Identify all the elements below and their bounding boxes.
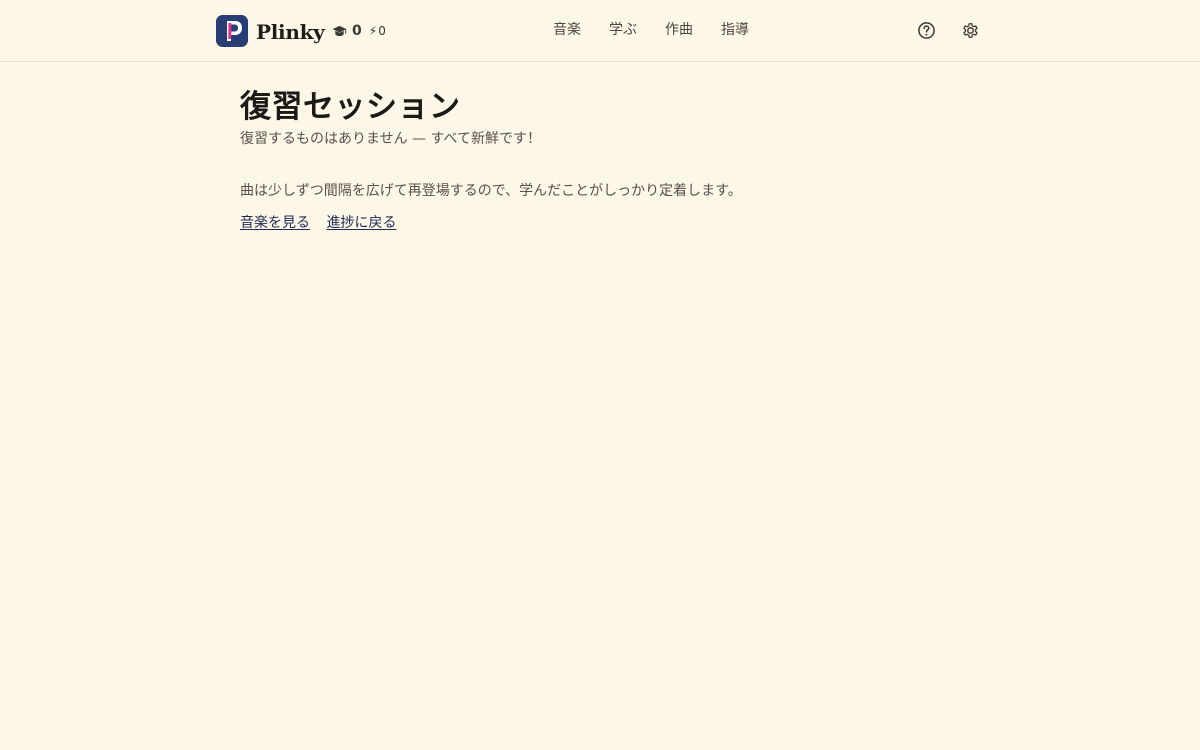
main-nav: 音楽 学ぶ 作曲 指導	[553, 19, 777, 41]
logo-p-glyph	[216, 15, 248, 47]
nav-item-learn[interactable]: 学ぶ	[609, 19, 637, 41]
help-button[interactable]	[916, 20, 936, 40]
user-stats: 0 ⚡ 0	[332, 21, 386, 41]
top-header: Plinky 0 ⚡ 0 音楽 学ぶ 作曲 指導	[0, 0, 1200, 62]
back-to-progress-link[interactable]: 進捗に戻る	[326, 215, 396, 231]
gear-icon	[962, 22, 978, 38]
settings-button[interactable]	[960, 20, 980, 40]
education-count: 0	[352, 23, 362, 39]
graduation-cap-icon	[332, 25, 347, 38]
page-title: 復習セッション	[240, 89, 461, 125]
nav-item-music[interactable]: 音楽	[553, 19, 581, 41]
lightning-bolt-icon: ⚡	[368, 24, 378, 38]
app-name[interactable]: Plinky	[256, 18, 325, 46]
energy-count: 0	[378, 24, 386, 38]
help-circle-icon	[917, 21, 935, 39]
spaced-repetition-description: 曲は少しずつ間隔を広げて再登場するので、学んだことがしっかり定着します。	[240, 183, 742, 199]
review-session-content: 復習セッション 復習するものはありません — すべて新鮮です！ 曲は少しずつ間隔…	[240, 86, 960, 233]
browse-music-link[interactable]: 音楽を見る	[240, 215, 310, 231]
empty-review-message: 復習するものはありません — すべて新鮮です！	[240, 131, 541, 147]
plinky-logo[interactable]	[216, 15, 248, 47]
nav-item-compose[interactable]: 作曲	[665, 19, 693, 41]
nav-item-teach[interactable]: 指導	[721, 19, 749, 41]
action-links: 音楽を見る 進捗に戻る	[240, 213, 960, 233]
